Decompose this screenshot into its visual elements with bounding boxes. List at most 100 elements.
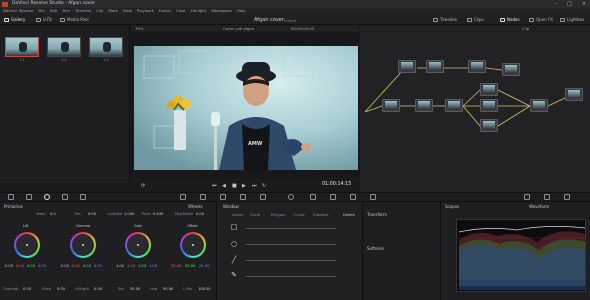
lift-value-g[interactable]: 0.03 (27, 264, 35, 268)
window-icon[interactable] (240, 194, 246, 200)
node[interactable] (468, 60, 486, 73)
window-row[interactable] (246, 276, 336, 277)
skip-end-icon[interactable]: ⏭ (252, 183, 257, 189)
contrast-value[interactable]: 1.000 (124, 212, 134, 216)
curve-tab[interactable]: Curve (294, 213, 305, 217)
node[interactable] (480, 99, 498, 112)
mid-detail-value[interactable]: 0.00 (196, 212, 204, 216)
wheel-handle[interactable] (26, 244, 28, 246)
clips-button[interactable]: Clips (467, 16, 484, 23)
lift-wheel[interactable] (14, 232, 40, 258)
polygon-tab[interactable]: Polygon (271, 213, 285, 217)
node[interactable] (382, 99, 400, 112)
scope-mode[interactable]: Waveform (529, 204, 549, 209)
pen-window-icon[interactable]: ✎ (230, 271, 238, 279)
still-thumbnail[interactable] (5, 37, 39, 57)
gamma-value-r[interactable]: 0.02 (72, 264, 80, 268)
node[interactable] (480, 83, 498, 96)
lightbox-button[interactable]: Lightbox (560, 16, 584, 23)
window-row[interactable] (246, 244, 336, 245)
offset-value-g[interactable]: 25.00 (185, 264, 195, 268)
gamma-wheel[interactable] (70, 232, 96, 258)
circle-tab[interactable]: Circle (250, 213, 260, 217)
window-row[interactable] (246, 260, 336, 261)
window-row[interactable] (246, 228, 336, 229)
delete-button[interactable]: Delete (343, 213, 355, 217)
minimize-icon[interactable]: – (555, 0, 558, 8)
offset-wheel[interactable] (180, 232, 206, 258)
gain-wheel[interactable] (125, 232, 151, 258)
camera-raw-icon[interactable] (8, 194, 14, 200)
node-mode[interactable]: Clip (522, 25, 529, 32)
lmix-value[interactable]: 100.00 (198, 287, 211, 291)
pivot-value[interactable]: 0.435 (153, 212, 163, 216)
linear-tab[interactable]: Linear (232, 213, 243, 217)
motion-effects-icon[interactable] (80, 194, 86, 200)
scope-icon[interactable] (524, 194, 530, 200)
gamma-value-b[interactable]: 0.02 (94, 264, 102, 268)
node[interactable] (445, 99, 463, 112)
offset-value-b[interactable]: 25.00 (199, 264, 209, 268)
stop-icon[interactable]: ■ (232, 183, 237, 189)
circle-window-icon[interactable]: ○ (230, 240, 238, 248)
rgb-mixer-icon[interactable] (62, 194, 68, 200)
luts-button[interactable]: LUTs (36, 16, 52, 23)
node-editor[interactable] (360, 32, 590, 192)
node[interactable] (565, 88, 583, 101)
blur-icon[interactable] (310, 194, 316, 200)
media-pool-button[interactable]: Media Pool (60, 16, 89, 23)
color-wheels-icon[interactable] (44, 194, 50, 200)
reverse-play-icon[interactable]: ◀ (222, 183, 226, 189)
gain-value-g[interactable]: 1.03 (138, 264, 146, 268)
line-window-icon[interactable]: ╱ (230, 256, 238, 264)
lift-value-r[interactable]: 0.03 (16, 264, 24, 268)
sat-value[interactable]: 50.00 (130, 287, 140, 291)
still-thumbnail[interactable] (89, 37, 123, 57)
lift-value-b[interactable]: 0.03 (38, 264, 46, 268)
keyframes-icon[interactable] (564, 194, 570, 200)
node[interactable] (398, 60, 416, 73)
qualifier-icon[interactable] (220, 194, 226, 200)
wheel-handle[interactable] (192, 244, 194, 246)
tracker-icon[interactable] (260, 194, 266, 200)
square-window-icon[interactable]: □ (230, 223, 238, 231)
lift-value[interactable]: 0.03 (5, 264, 13, 268)
gallery-button[interactable]: Gallery (4, 16, 25, 23)
gain-value-r[interactable]: 1.03 (127, 264, 135, 268)
tint-value[interactable]: 0.00 (88, 212, 96, 216)
node[interactable] (426, 60, 444, 73)
play-icon[interactable]: ▶ (242, 183, 246, 189)
node[interactable] (502, 63, 520, 76)
video-frame[interactable]: AMW (134, 46, 358, 170)
zoom-level[interactable]: 79% (135, 25, 143, 32)
maximize-icon[interactable]: □ (567, 0, 572, 8)
color-warper-icon[interactable] (200, 194, 206, 200)
node[interactable] (480, 119, 498, 132)
hilight-value[interactable]: 0.00 (94, 287, 102, 291)
close-icon[interactable]: × (582, 0, 586, 8)
timeline-button[interactable]: Timeline (433, 16, 457, 23)
bottom-contrast-value[interactable]: 0.00 (23, 287, 31, 291)
loop-play-icon[interactable]: ↻ (262, 183, 266, 189)
sizing-icon[interactable] (350, 194, 356, 200)
gamma-value-g[interactable]: 0.02 (83, 264, 91, 268)
temp-value[interactable]: 0.0 (50, 212, 56, 216)
node[interactable] (530, 99, 548, 112)
gain-value-b[interactable]: 1.00 (149, 264, 157, 268)
gradient-tab[interactable]: Gradient (313, 213, 329, 217)
nodes-button[interactable]: Nodes (500, 16, 520, 23)
curves-icon[interactable] (180, 194, 186, 200)
wheel-handle[interactable] (82, 244, 84, 246)
color-match-icon[interactable] (26, 194, 32, 200)
hue-value[interactable]: 50.00 (163, 287, 173, 291)
info-icon[interactable] (544, 194, 550, 200)
wheel-handle[interactable] (137, 244, 139, 246)
still-thumbnail[interactable] (47, 37, 81, 57)
3d-icon[interactable] (370, 194, 376, 200)
loop-icon[interactable]: ⟳ (141, 183, 145, 189)
magic-mask-icon[interactable] (288, 194, 294, 200)
open-fx-button[interactable]: Open FX (529, 16, 553, 23)
offset-value-r[interactable]: 25.00 (171, 264, 181, 268)
key-icon[interactable] (330, 194, 336, 200)
gain-value[interactable]: 1.00 (116, 264, 124, 268)
